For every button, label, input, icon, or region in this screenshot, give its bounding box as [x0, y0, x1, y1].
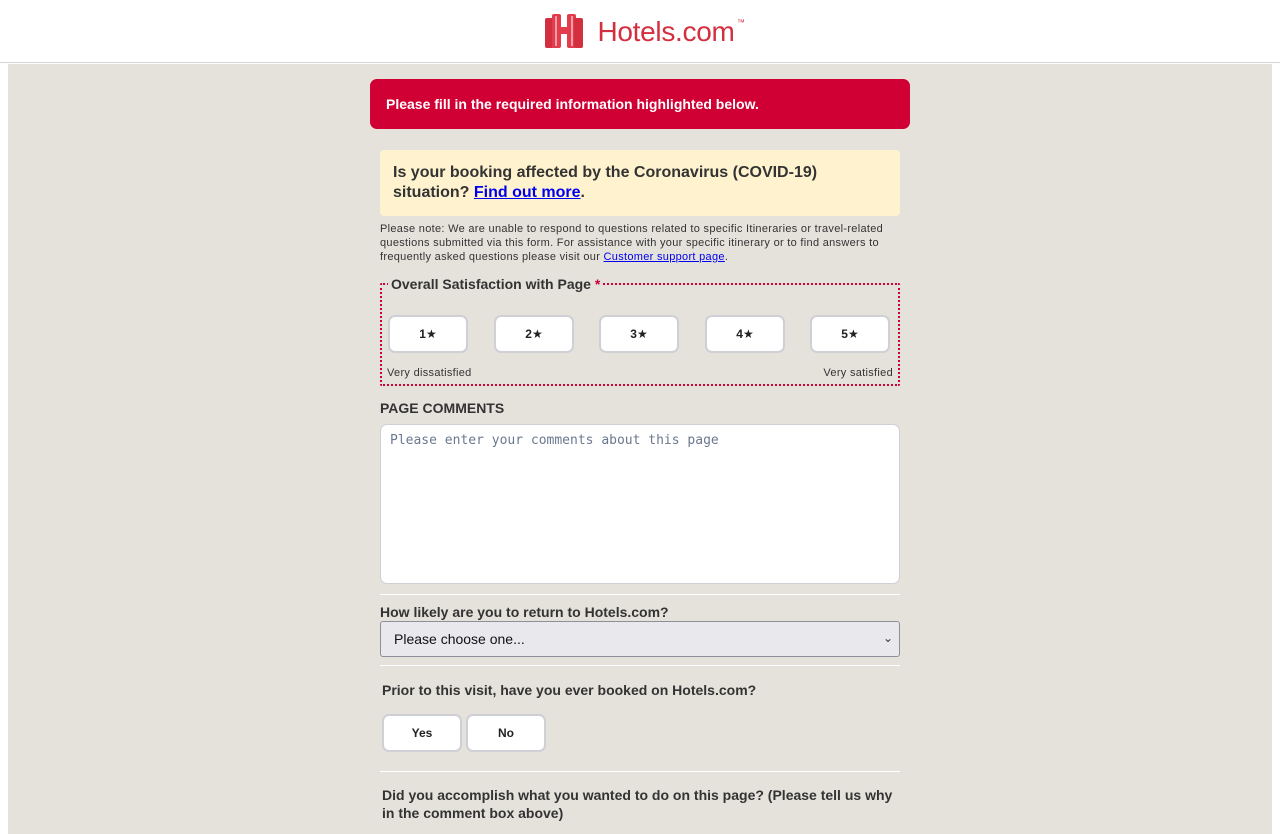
divider: [380, 771, 900, 772]
chevron-down-icon: ⌄: [882, 631, 893, 645]
error-message: Please fill in the required information …: [386, 96, 759, 112]
support-note: Please note: We are unable to respond to…: [380, 222, 905, 264]
no-button[interactable]: No: [466, 714, 546, 752]
required-marker: *: [594, 276, 601, 292]
booked-question-label: Prior to this visit, have you ever booke…: [382, 682, 757, 698]
error-banner: Please fill in the required information …: [370, 79, 910, 129]
covid-find-out-more-link[interactable]: Find out more: [474, 184, 581, 201]
covid-text: Is your booking affected by the Coronavi…: [393, 164, 818, 201]
brand-name-text: Hotels.com: [597, 16, 735, 47]
trademark: ™: [736, 18, 745, 27]
rating-legend-text: Overall Satisfaction with Page: [391, 276, 591, 292]
divider: [380, 594, 900, 595]
accomplish-question-label: Did you accomplish what you wanted to do…: [382, 787, 893, 821]
comments-textarea[interactable]: [380, 424, 900, 584]
divider: [380, 665, 900, 666]
rating-legend: Overall Satisfaction with Page *: [388, 276, 604, 292]
return-likelihood-value: Please choose one...: [394, 631, 525, 647]
support-note-suffix: .: [724, 251, 729, 263]
rating-3-button[interactable]: 3★: [599, 315, 679, 353]
hotels-logo[interactable]: Hotels.com ™: [545, 12, 745, 52]
site-header: Hotels.com ™: [0, 0, 1280, 63]
rating-2-button[interactable]: 2★: [494, 315, 574, 353]
hotels-h-logo-icon: [545, 14, 584, 48]
rating-high-label: Very satisfied: [823, 367, 893, 379]
brand-name: Hotels.com ™: [597, 16, 744, 48]
feedback-form-page: Please fill in the required information …: [8, 64, 1272, 834]
rating-low-label: Very dissatisfied: [387, 367, 472, 379]
comments-title: PAGE COMMENTS: [380, 400, 505, 416]
covid-suffix: .: [580, 184, 585, 201]
return-likelihood-select[interactable]: Please choose one... ⌄: [380, 621, 900, 657]
rating-1-button[interactable]: 1★: [388, 315, 468, 353]
rating-5-button[interactable]: 5★: [810, 315, 890, 353]
yes-button[interactable]: Yes: [382, 714, 462, 752]
satisfaction-rating-group: Overall Satisfaction with Page * 1★ 2★ 3…: [380, 276, 900, 386]
customer-support-link[interactable]: Customer support page: [604, 251, 725, 263]
covid-notice: Is your booking affected by the Coronavi…: [380, 150, 900, 216]
return-question-label: How likely are you to return to Hotels.c…: [380, 604, 669, 620]
rating-4-button[interactable]: 4★: [705, 315, 785, 353]
